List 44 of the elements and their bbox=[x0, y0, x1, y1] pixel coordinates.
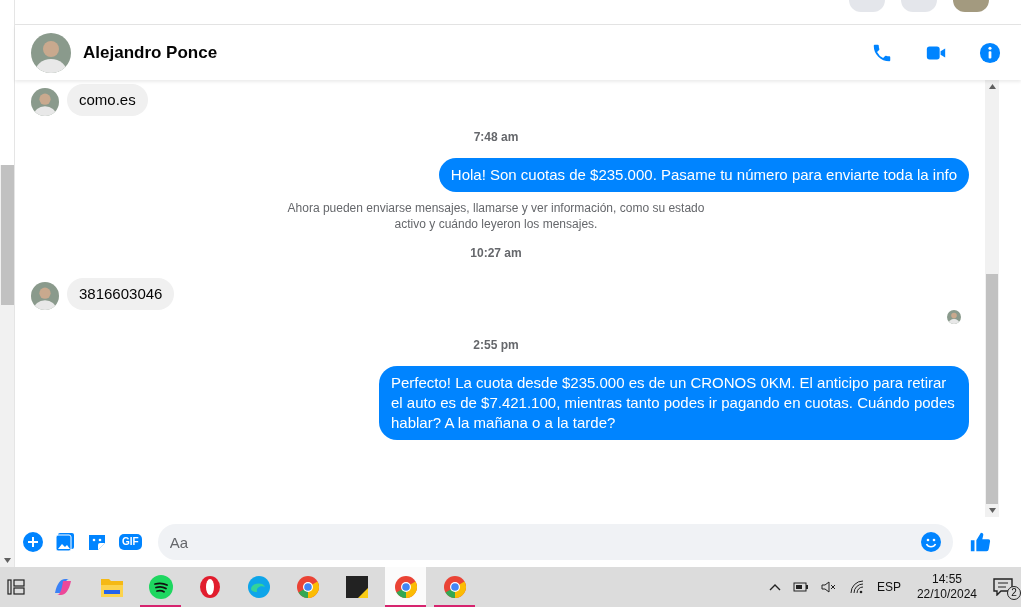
incoming-message: como.es bbox=[67, 84, 148, 116]
browser-icon bbox=[442, 575, 467, 599]
clock[interactable]: 14:55 22/10/2024 bbox=[916, 572, 977, 602]
scroll-down-arrow-icon[interactable] bbox=[3, 558, 11, 563]
notification-icon[interactable] bbox=[993, 578, 1013, 596]
caret-up-icon[interactable] bbox=[768, 583, 781, 591]
timestamp: 10:27 am bbox=[470, 245, 522, 262]
sticky-note-icon bbox=[345, 576, 368, 598]
browser-icon bbox=[295, 575, 320, 599]
scroll-up-arrow-icon[interactable] bbox=[988, 84, 996, 89]
thumbs-up-icon[interactable] bbox=[969, 531, 991, 553]
scrollbar-thumb[interactable] bbox=[0, 165, 14, 305]
contact-avatar bbox=[31, 282, 59, 310]
image-icon[interactable] bbox=[55, 532, 75, 552]
task-view-icon[interactable] bbox=[7, 579, 25, 595]
emoji-icon[interactable] bbox=[921, 532, 941, 552]
muted-speaker-icon[interactable] bbox=[820, 580, 837, 594]
browser-icon bbox=[393, 575, 418, 599]
sticker-icon[interactable] bbox=[87, 532, 107, 552]
notice-text: Ahora pueden enviarse mensajes, llamarse y ver información, como su estado activo y cuándo leyeron los mensajes. bbox=[286, 200, 706, 232]
contact-avatar bbox=[31, 88, 59, 116]
ring-logo-icon bbox=[197, 575, 222, 599]
outgoing-message: Hola! Son cuotas de $235.000. Pasame tu número para enviarte toda la info bbox=[438, 158, 969, 192]
folder-icon bbox=[99, 576, 124, 598]
contact-name[interactable]: Alejandro Ponce bbox=[83, 39, 859, 66]
outgoing-message: Perfecto! La cuota desde $235.000 es de un CRONOS 0KM. El anticipo para retirar el auto es de $7.421.100, mientras tanto podes ir pagando en cuotas. Cuándo podes hablar? A la mañana o a la tarde? bbox=[379, 366, 969, 440]
music-app-icon bbox=[148, 575, 173, 599]
seen-avatar bbox=[947, 310, 961, 324]
contact-avatar bbox=[31, 32, 71, 73]
message-input[interactable]: Aa bbox=[157, 524, 953, 560]
plus-icon[interactable] bbox=[23, 532, 43, 552]
notification-count: 2 bbox=[1007, 586, 1021, 600]
input-language[interactable]: ESP bbox=[876, 578, 901, 596]
scroll-down-arrow-icon[interactable] bbox=[988, 508, 996, 513]
scrollbar-thumb[interactable] bbox=[986, 274, 998, 504]
wifi-icon[interactable] bbox=[848, 580, 865, 594]
timestamp: 2:55 pm bbox=[473, 337, 519, 354]
profile-avatar[interactable] bbox=[953, 0, 989, 12]
timestamp: 7:48 am bbox=[473, 129, 519, 146]
info-icon[interactable] bbox=[979, 41, 1001, 64]
wave-logo-icon bbox=[246, 575, 271, 599]
battery-icon[interactable] bbox=[792, 581, 809, 593]
gif-button[interactable]: GIF bbox=[119, 534, 142, 550]
incoming-message: 3816603046 bbox=[67, 278, 175, 310]
